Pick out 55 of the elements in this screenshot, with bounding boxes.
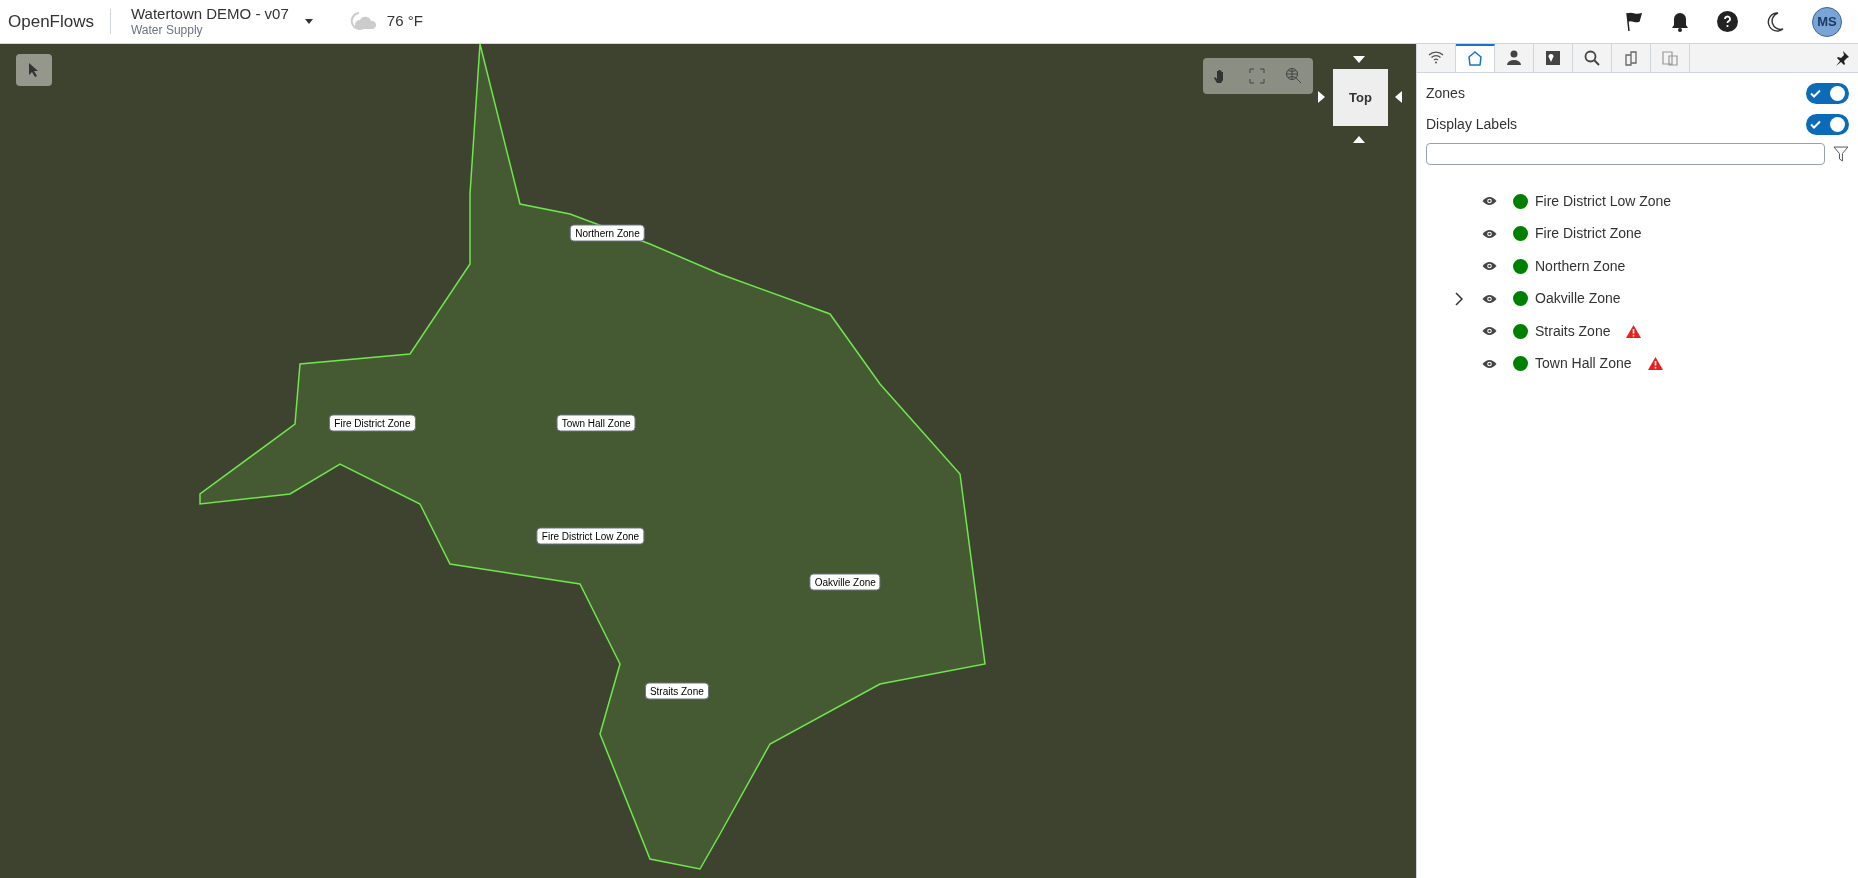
- map-pin-icon: [1544, 49, 1562, 67]
- eye-icon[interactable]: [1482, 261, 1497, 272]
- help-icon[interactable]: [1717, 11, 1738, 32]
- view-cube[interactable]: Top: [1333, 69, 1388, 126]
- search-icon: [1583, 49, 1601, 67]
- eye-icon[interactable]: [1482, 228, 1497, 239]
- eye-icon[interactable]: [1482, 196, 1497, 207]
- view-cube-arrow-icon[interactable]: [1353, 56, 1365, 63]
- toggle-switch[interactable]: [1806, 114, 1849, 135]
- zone-label: Northern Zone: [570, 224, 645, 242]
- zone-label: Town Hall Zone: [556, 414, 636, 432]
- project-name[interactable]: Watertown DEMO - v07: [131, 4, 289, 24]
- toggle-switch[interactable]: [1806, 83, 1849, 104]
- eye-icon[interactable]: [1482, 293, 1497, 304]
- globe-search-icon[interactable]: [1285, 67, 1303, 85]
- eye-icon[interactable]: [1482, 358, 1497, 369]
- zone-label: Fire District Low Zone: [536, 527, 645, 545]
- panel-tab[interactable]: [1456, 44, 1495, 72]
- app-name: OpenFlows: [8, 8, 111, 35]
- caret-icon[interactable]: [304, 19, 313, 24]
- person-icon: [1505, 49, 1523, 67]
- user-avatar[interactable]: MS: [1812, 6, 1842, 37]
- zone-name[interactable]: Fire District Zone: [1535, 223, 1642, 245]
- zone-name[interactable]: Straits Zone: [1535, 320, 1611, 342]
- view-cube-arrow-icon[interactable]: [1318, 91, 1325, 103]
- pointer-icon: [28, 62, 40, 78]
- eye-icon[interactable]: [1482, 326, 1497, 337]
- weather-icon: [348, 10, 379, 33]
- zone-name[interactable]: Town Hall Zone: [1535, 353, 1632, 375]
- toggle-label: Zones: [1426, 84, 1465, 103]
- project-subtitle: Water Supply: [131, 23, 204, 39]
- zone-name[interactable]: Northern Zone: [1535, 255, 1626, 277]
- temperature: 76 °F: [386, 11, 423, 32]
- zone-label: Straits Zone: [644, 682, 709, 700]
- building-icon: [1622, 49, 1640, 67]
- pin-icon[interactable]: [1834, 50, 1850, 66]
- toggle-label: Display Labels: [1426, 115, 1518, 134]
- check-icon: [1810, 120, 1821, 129]
- select-tool-button[interactable]: [16, 54, 52, 86]
- moon-icon[interactable]: [1766, 11, 1784, 32]
- view-cube-arrow-icon[interactable]: [1395, 91, 1402, 103]
- search-field[interactable]: [1426, 143, 1826, 165]
- zone-name[interactable]: Oakville Zone: [1535, 288, 1621, 310]
- zone-label: Oakville Zone: [809, 573, 881, 591]
- check-icon: [1810, 89, 1821, 98]
- zone-name[interactable]: Fire District Low Zone: [1535, 190, 1672, 212]
- map-view[interactable]: Top Northern Zone Fire District Zone Town Hall Zone Fire District Low Zone Oakville Zone Straits Zone: [0, 44, 1416, 878]
- view-cube-arrow-icon[interactable]: [1353, 136, 1365, 143]
- pentagon-icon: [1466, 50, 1484, 68]
- document-grid-icon: [1661, 49, 1679, 67]
- filter-icon[interactable]: [1833, 146, 1849, 162]
- flag-icon[interactable]: [1625, 11, 1643, 32]
- zone-label: Fire District Zone: [329, 414, 416, 432]
- bell-icon[interactable]: [1671, 11, 1689, 32]
- chevron-right-icon[interactable]: [1455, 291, 1463, 306]
